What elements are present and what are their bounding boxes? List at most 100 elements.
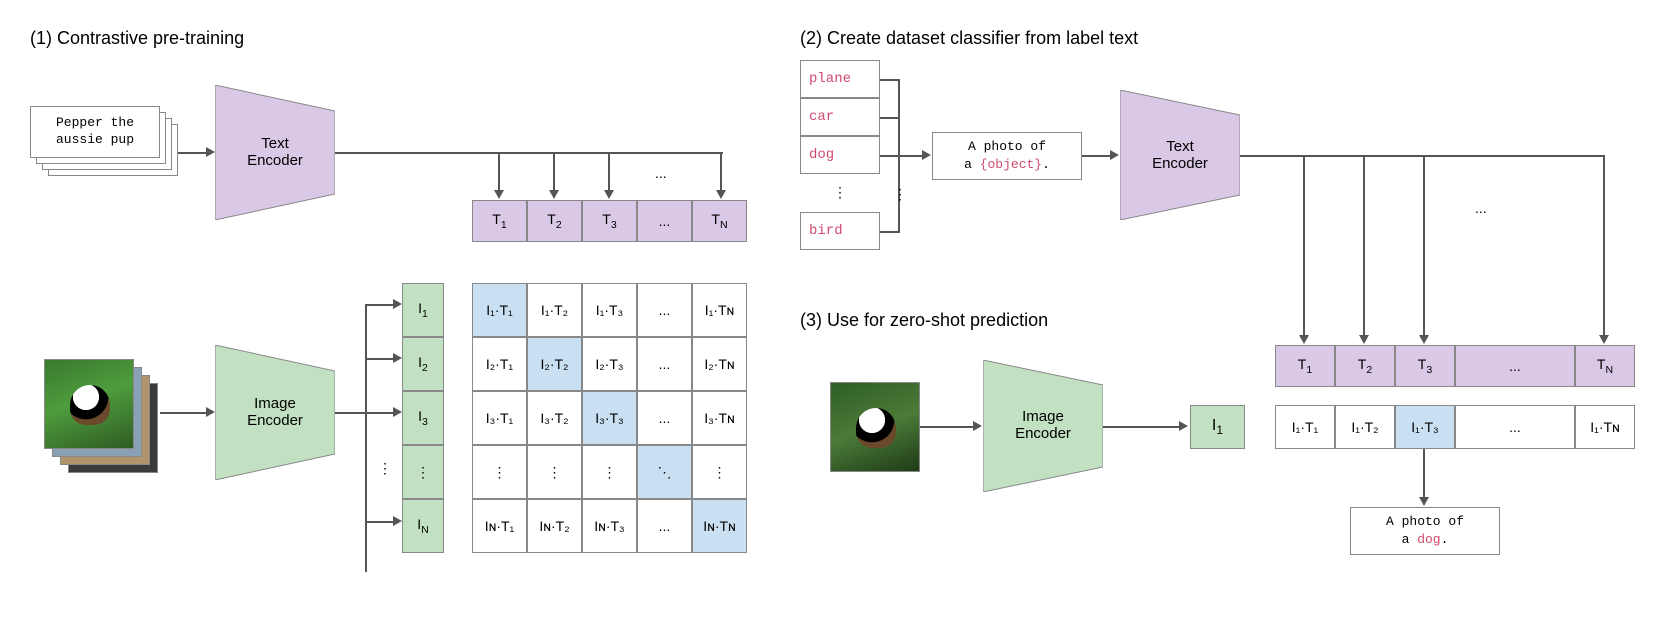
m-4-5: ⋮ [692,445,747,499]
label-car: car [800,98,880,136]
t2n: TN [1575,345,1635,387]
m-5-2: Iɴ·T₂ [527,499,582,553]
section-3-title: (3) Use for zero-shot prediction [800,310,1048,331]
arrow-img2-enc [920,426,975,428]
arrow-score-to-result [1423,449,1425,499]
m-4-4: ⋱ [637,445,692,499]
m-2-4: ... [637,337,692,391]
image-encoder-2: Image Encoder [983,360,1103,492]
t22: T2 [1335,345,1395,387]
m-5-3: Iɴ·T₃ [582,499,637,553]
text-embed-row-2: T1 T2 T3 ... TN [1275,345,1635,387]
text-encoder-2: Text Encoder [1120,90,1240,220]
m-4-3: ⋮ [582,445,637,499]
similarity-matrix: I₁·T₁ I₁·T₂ I₁·T₃ ... I₁·Tɴ I₂·T₁ I₂·T₂ … [472,283,747,553]
m-2-5: I₂·Tɴ [692,337,747,391]
i1-cell: I1 [402,283,444,337]
drop-t3-head [604,190,614,199]
result-line2: a dog. [1402,531,1449,549]
head-result [1419,497,1429,506]
head-i1 [393,299,402,309]
i2-cell: I2 [402,337,444,391]
image-embed-col: I1 I2 I3 ⋮ IN [402,283,444,553]
t2d: ... [1455,345,1575,387]
line-to-i1 [365,304,395,306]
result-line1: A photo of [1386,513,1464,531]
drop-t3 [608,152,610,192]
drop2-t1-h [1299,335,1309,344]
image-encoder-2-label: Image Encoder [983,408,1103,442]
m-1-2: I₁·T₂ [527,283,582,337]
m-1-3: I₁·T₃ [582,283,637,337]
t1-cell: T1 [472,200,527,242]
l-dog-h [880,155,898,157]
head-prompt [922,150,931,160]
head-i3 [393,407,402,417]
input-image [44,359,134,449]
m-1-5: I₁·Tɴ [692,283,747,337]
l-car-h [880,117,898,119]
s5: I₁·Tɴ [1575,405,1635,449]
label-dog: dog [800,136,880,174]
arrow-caption-to-text-encoder [178,152,208,154]
s2: I₁·T₂ [1335,405,1395,449]
m-2-1: I₂·T₁ [472,337,527,391]
line-to-i3 [365,412,395,414]
text-encoder-2-label: Text Encoder [1120,138,1240,172]
m-5-5: Iɴ·Tɴ [692,499,747,553]
line-enc2-h [1240,155,1603,157]
label-bird: bird [800,212,880,250]
score-row: I₁·T₁ I₁·T₂ I₁·T₃ ... I₁·Tɴ [1275,405,1635,449]
head-enc2-i1 [1179,421,1188,431]
label-plane: plane [800,60,880,98]
arrow-enc2-i1 [1103,426,1181,428]
image-encoder-label: Image Encoder [215,395,335,429]
drop2-tn [1603,155,1605,337]
drop2-t1 [1303,155,1305,337]
drop2-t2-h [1359,335,1369,344]
drop-t2 [553,152,555,192]
arrow-image-to-enc [160,412,208,414]
drop2-dots: ... [1475,200,1487,216]
m-5-1: Iɴ·T₁ [472,499,527,553]
arrow-head-caption [206,147,215,157]
t-dots-cell: ... [637,200,692,242]
arrow-prompt-to-enc2 [1082,155,1112,157]
drop-t1-head [494,190,504,199]
s1: I₁·T₁ [1275,405,1335,449]
drop-dots: ... [655,165,667,181]
m-2-3: I₂·T₃ [582,337,637,391]
t23: T3 [1395,345,1455,387]
m-4-1: ⋮ [472,445,527,499]
idots-label: ⋮ [378,460,392,477]
idots-cell: ⋮ [402,445,444,499]
m-1-1: I₁·T₁ [472,283,527,337]
drop2-t3-h [1419,335,1429,344]
drop-tn [720,152,722,192]
arrow-image-head [206,407,215,417]
image-encoder: Image Encoder [215,345,335,480]
brace-dots: ⋮ [893,186,907,203]
t3-cell: T3 [582,200,637,242]
m-3-4: ... [637,391,692,445]
line-to-in [365,521,395,523]
s3: I₁·T₃ [1395,405,1455,449]
head-in [393,516,402,526]
m-1-4: ... [637,283,692,337]
text-encoder-label: Text Encoder [215,135,335,169]
drop2-t2 [1363,155,1365,337]
prompt-box: A photo of a {object}. [932,132,1082,180]
m-3-1: I₃·T₁ [472,391,527,445]
in-cell: IN [402,499,444,553]
m-3-2: I₃·T₂ [527,391,582,445]
head-img2-enc [973,421,982,431]
m-2-2: I₂·T₂ [527,337,582,391]
l-to-prompt [898,155,924,157]
m-3-5: I₃·Tɴ [692,391,747,445]
l-plane-h [880,79,898,81]
drop2-t3 [1423,155,1425,337]
head-i2 [393,353,402,363]
drop2-tn-h [1599,335,1609,344]
tn-cell: TN [692,200,747,242]
m-4-2: ⋮ [527,445,582,499]
